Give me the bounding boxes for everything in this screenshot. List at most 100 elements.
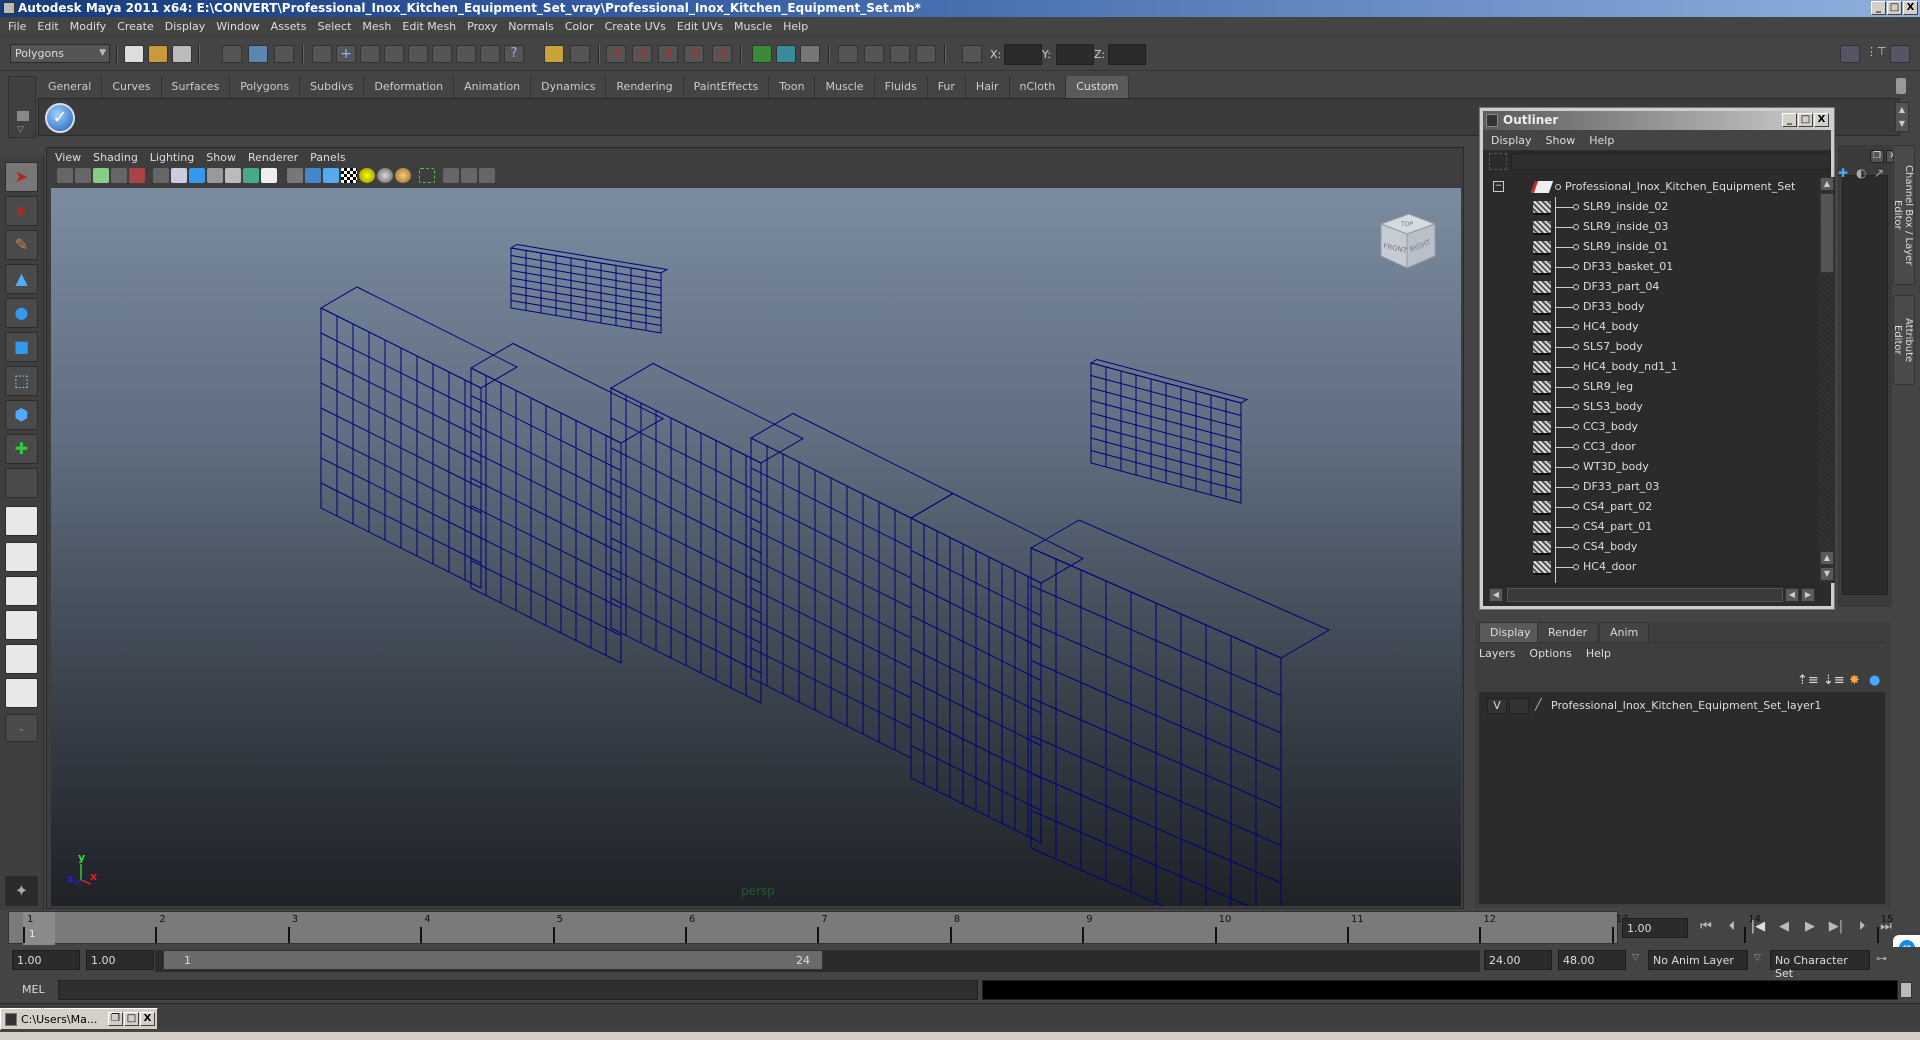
select-object-icon[interactable] — [248, 45, 268, 63]
step-back-key-icon[interactable]: |◀ — [1748, 917, 1768, 937]
safe-title-icon[interactable] — [261, 168, 277, 183]
wire-unit-2[interactable] — [469, 342, 665, 664]
xray-icon[interactable] — [443, 168, 459, 183]
scroll-left-icon[interactable]: ◀ — [1785, 588, 1799, 602]
check-icon[interactable]: ✓ — [45, 103, 75, 133]
float-panel-icon[interactable]: ❐ — [1870, 150, 1884, 163]
menu-set-selector[interactable]: Polygons ▼ — [10, 44, 110, 63]
save-scene-icon[interactable] — [172, 45, 192, 63]
outliner-horizontal-scrollbar[interactable]: ◀ ◀ ▶ — [1489, 585, 1819, 603]
animation-start-field[interactable]: 1.00 — [12, 950, 80, 970]
lock-selection-icon[interactable] — [544, 45, 564, 63]
shelf-tab-menu-icon[interactable]: ▽ — [17, 125, 24, 135]
minimize-button[interactable]: _ — [1871, 1, 1886, 15]
scroll-up-icon[interactable]: ▲ — [1820, 177, 1834, 191]
tab-attribute-editor[interactable]: Attribute Editor — [1892, 295, 1915, 385]
script-editor-icon[interactable] — [1900, 982, 1912, 998]
panel-menu-renderer[interactable]: Renderer — [248, 151, 298, 164]
3d-viewport[interactable]: TOP FRONT RIGHT y x z persp — [51, 188, 1461, 906]
use-all-lights-icon[interactable] — [377, 168, 393, 183]
panel-menu-lighting[interactable]: Lighting — [150, 151, 194, 164]
outliner-menu-help[interactable]: Help — [1589, 134, 1614, 147]
layer-color-swatch[interactable]: ╱ — [1535, 698, 1549, 714]
select-tool-icon[interactable]: ➤ — [5, 162, 38, 192]
wireframe-icon[interactable] — [287, 168, 303, 183]
menu-assets[interactable]: Assets — [271, 20, 307, 33]
shelf-scroll-buttons[interactable]: ▲ ▼ — [1895, 102, 1909, 132]
persp-outliner-graph-layout-icon[interactable] — [5, 678, 38, 708]
new-scene-icon[interactable] — [124, 45, 144, 63]
gate-mask-icon[interactable] — [207, 168, 223, 183]
outliner-menu-show[interactable]: Show — [1546, 134, 1576, 147]
render-settings-icon[interactable] — [916, 45, 936, 63]
shelf-tab-hair[interactable]: Hair — [965, 76, 1010, 98]
show-manipulator-icon[interactable]: ✚ — [5, 434, 38, 464]
input-operations-icon[interactable] — [752, 45, 772, 63]
wireframe-model[interactable] — [51, 188, 1461, 906]
single-pane-layout-icon[interactable] — [5, 506, 38, 536]
outliner-item[interactable]: SLR9_leg — [1489, 377, 1817, 397]
panel-menu-shading[interactable]: Shading — [93, 151, 138, 164]
outliner-filter-input[interactable] — [1511, 153, 1831, 170]
playback-start-field[interactable]: 1.00 — [86, 950, 154, 970]
wire-unit-6[interactable] — [1029, 519, 1331, 906]
layer-visibility-toggle[interactable]: V — [1487, 698, 1507, 714]
menu-create-uvs[interactable]: Create UVs — [605, 20, 666, 33]
select-deformations-icon[interactable] — [432, 45, 452, 63]
outliner-item[interactable]: SLR9_inside_01 — [1489, 237, 1817, 257]
outliner-item[interactable]: CC3_door — [1489, 437, 1817, 457]
menu-edit[interactable]: Edit — [37, 20, 58, 33]
anim-layer-selector[interactable]: No Anim Layer — [1648, 950, 1748, 970]
menu-select[interactable]: Select — [317, 20, 351, 33]
film-gate-icon[interactable] — [171, 168, 187, 183]
select-surfaces-icon[interactable] — [408, 45, 428, 63]
auto-key-icon[interactable]: ⊶ — [1876, 952, 1887, 965]
outliner-menu-display[interactable]: Display — [1491, 134, 1532, 147]
outliner-item[interactable]: SLR9_inside_02 — [1489, 197, 1817, 217]
view-cube[interactable]: TOP FRONT RIGHT — [1373, 206, 1443, 276]
maximize-button[interactable]: □ — [124, 1012, 139, 1026]
go-to-start-icon[interactable]: ⏮ — [1696, 917, 1716, 937]
highlight-selection-icon[interactable] — [570, 45, 590, 63]
scroll-up-icon[interactable]: ▲ — [1820, 551, 1834, 565]
move-tool-icon[interactable]: ▲ — [5, 264, 38, 294]
field-chart-icon[interactable] — [225, 168, 241, 183]
open-scene-icon[interactable] — [148, 45, 168, 63]
menu-edit-uvs[interactable]: Edit UVs — [677, 20, 723, 33]
shelf-tab-painteffects[interactable]: PaintEffects — [683, 76, 770, 98]
select-rendering-icon[interactable] — [480, 45, 500, 63]
menu-mesh[interactable]: Mesh — [362, 20, 391, 33]
menu-help[interactable]: Help — [783, 20, 808, 33]
safe-action-icon[interactable] — [243, 168, 259, 183]
outliner-item[interactable]: SLS3_body — [1489, 397, 1817, 417]
shelf-tab-general[interactable]: General — [38, 76, 103, 98]
layout-more-icon[interactable]: ⌄ — [5, 714, 38, 742]
paint-select-tool-icon[interactable]: ✎ — [5, 230, 38, 260]
isolate-select-icon[interactable] — [419, 168, 435, 183]
close-button[interactable]: X — [140, 1012, 155, 1026]
layer-menu-options[interactable]: Options — [1529, 647, 1571, 660]
shelf-tab-surfaces[interactable]: Surfaces — [161, 76, 231, 98]
z-input[interactable] — [1108, 44, 1146, 65]
menu-proxy[interactable]: Proxy — [467, 20, 497, 33]
shelf-tab-toon[interactable]: Toon — [769, 76, 816, 98]
rotate-tool-icon[interactable]: ● — [5, 298, 38, 328]
move-layer-up-icon[interactable]: ⇡≡ — [1797, 673, 1819, 689]
mask-menu-icon[interactable] — [312, 45, 332, 63]
layer-tab-display[interactable]: Display — [1479, 622, 1542, 642]
maximize-button[interactable]: □ — [1887, 1, 1902, 15]
outliner-item[interactable]: SLS7_body — [1489, 337, 1817, 357]
manipulator-icon[interactable]: ✚ — [1838, 166, 1848, 180]
bookmarks-icon[interactable] — [93, 168, 109, 183]
panel-menu-show[interactable]: Show — [206, 151, 236, 164]
wire-unit-5[interactable] — [909, 492, 1085, 844]
shelf-tab-deformation[interactable]: Deformation — [364, 76, 455, 98]
outliner-item[interactable]: WT3D_body — [1489, 457, 1817, 477]
outliner-item[interactable]: CS4_part_01 — [1489, 517, 1817, 537]
grid-icon[interactable] — [153, 168, 169, 183]
select-handle-icon[interactable]: + — [336, 45, 356, 63]
use-default-lighting-icon[interactable] — [359, 168, 375, 183]
select-component-icon[interactable] — [274, 45, 294, 63]
character-set-dropdown-icon[interactable]: ▽ — [1754, 953, 1761, 963]
persp-graph-layout-icon[interactable] — [5, 610, 38, 640]
